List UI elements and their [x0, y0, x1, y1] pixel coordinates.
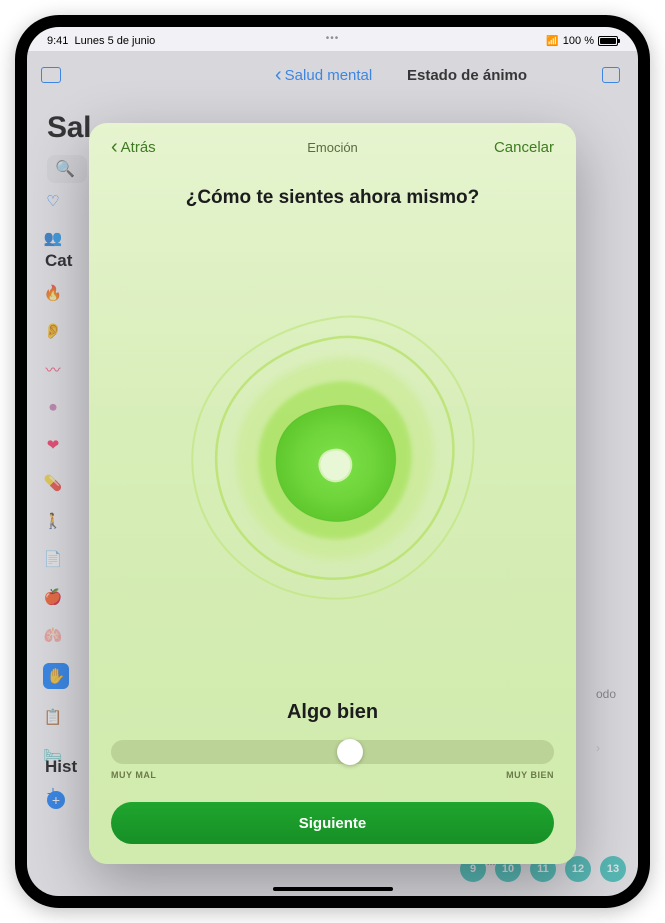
mood-log-sheet: Atrás Emoción Cancelar ¿Cómo te sientes … — [89, 123, 576, 864]
battery-icon — [598, 36, 618, 46]
ipad-frame: 9:41 Lunes 5 de junio ••• 100 % Salud me… — [15, 15, 650, 908]
status-bar: 9:41 Lunes 5 de junio ••• 100 % — [27, 27, 638, 51]
slider-thumb[interactable] — [337, 739, 363, 765]
slider-max-label: MUY BIEN — [506, 770, 554, 780]
sheet-navbar: Atrás Emoción Cancelar — [111, 137, 554, 157]
status-date: Lunes 5 de junio — [75, 35, 156, 47]
home-indicator[interactable] — [273, 887, 393, 891]
multitask-dots-icon[interactable]: ••• — [326, 33, 340, 44]
battery-percent: 100 % — [563, 35, 594, 47]
mood-slider[interactable]: MUY MAL MUY BIEN — [111, 740, 554, 780]
slider-min-label: MUY MAL — [111, 770, 156, 780]
slider-bound-labels: MUY MAL MUY BIEN — [111, 770, 554, 780]
chevron-left-icon — [111, 137, 118, 157]
next-button-label: Siguiente — [299, 815, 367, 832]
status-clock-date: 9:41 Lunes 5 de junio — [47, 35, 155, 47]
status-time: 9:41 — [47, 35, 68, 47]
back-button[interactable]: Atrás — [111, 137, 156, 157]
back-button-label: Atrás — [121, 139, 156, 156]
sheet-title: Emoción — [307, 140, 358, 155]
cancel-button[interactable]: Cancelar — [494, 139, 554, 156]
mood-blob-icon — [173, 300, 493, 620]
next-button[interactable]: Siguiente — [111, 802, 554, 844]
mood-visual — [111, 219, 554, 701]
wifi-icon — [546, 35, 558, 47]
slider-track[interactable] — [111, 740, 554, 764]
mood-value-label: Algo bien — [111, 701, 554, 724]
screen: 9:41 Lunes 5 de junio ••• 100 % Salud me… — [27, 27, 638, 896]
mood-question: ¿Cómo te sientes ahora mismo? — [111, 187, 554, 209]
